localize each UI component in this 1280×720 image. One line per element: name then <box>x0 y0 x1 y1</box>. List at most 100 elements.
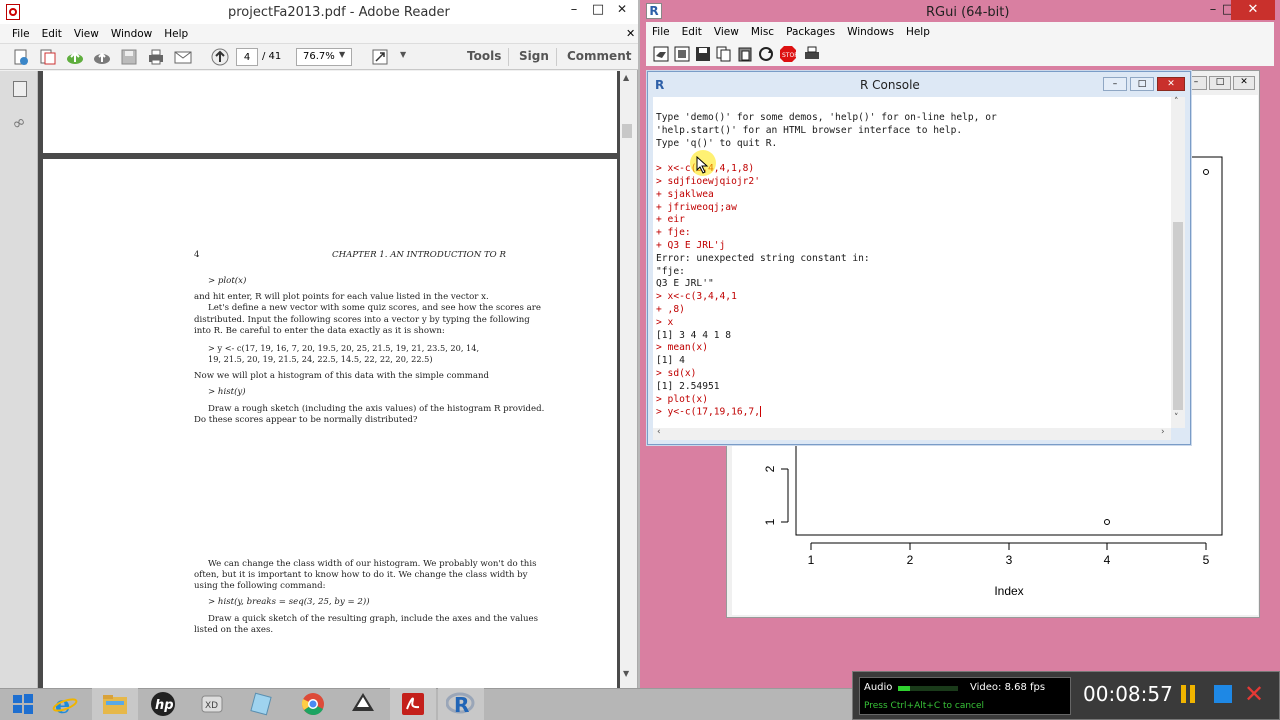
menu-edit[interactable]: Edit <box>676 26 708 38</box>
y-tick-label: 1 <box>763 518 777 525</box>
document-close-icon[interactable]: ✕ <box>620 27 641 40</box>
zoom-select[interactable]: 76.7% ▼ <box>296 48 352 66</box>
upload-cloud-icon[interactable] <box>64 46 86 68</box>
scroll-up-arrow[interactable]: ▲ <box>623 73 629 82</box>
console-output-line: Error: unexpected string constant in: <box>656 252 870 264</box>
maximize-button[interactable]: □ <box>1130 77 1154 91</box>
scroll-up-arrow[interactable]: ˄ <box>1174 97 1179 107</box>
console-output-line: Type 'demo()' for some demos, 'help()' f… <box>656 112 997 123</box>
cancel-recording-icon[interactable]: ✕ <box>1244 680 1264 708</box>
console-input-line: + ,8) <box>656 303 685 315</box>
pdf-line: distributed. Input the following scores … <box>194 315 530 325</box>
adobe-reader-window: projectFa2013.pdf - Adobe Reader – □ ✕ F… <box>0 0 638 688</box>
minimize-button[interactable]: – <box>1103 77 1127 91</box>
console-horizontal-scrollbar[interactable]: ‹ › <box>653 427 1171 440</box>
page-number: 4 <box>194 250 200 260</box>
pdf-line: often, but it is important to know how t… <box>194 570 528 580</box>
fit-page-icon[interactable] <box>369 46 391 68</box>
pdf-line: using the following command: <box>194 581 326 591</box>
start-button[interactable] <box>0 688 46 720</box>
toolbar-more-icon[interactable]: ▼ <box>400 50 406 59</box>
pdf-line: > hist(y, breaks = seq(3, 25, by = 2)) <box>208 597 370 607</box>
combine-files-icon[interactable] <box>37 46 59 68</box>
close-button[interactable]: ✕ <box>1231 0 1275 20</box>
console-input-line: + jfriweoqj;aw <box>656 201 737 213</box>
hp-icon[interactable]: hp <box>140 688 186 720</box>
console-titlebar: R R Console – □ ✕ <box>648 72 1190 96</box>
copy-paste-icon[interactable] <box>755 43 777 65</box>
menu-windows[interactable]: Windows <box>841 26 900 38</box>
stop-recording-icon[interactable] <box>1214 685 1232 703</box>
save-workspace-icon[interactable] <box>692 43 714 65</box>
email-icon[interactable] <box>172 46 194 68</box>
pdf-line: into R. Be careful to enter the data exa… <box>194 326 445 336</box>
menu-help[interactable]: Help <box>158 28 194 40</box>
console-input-line: > plot(x) <box>656 393 708 405</box>
scroll-down-arrow[interactable]: ˅ <box>1174 413 1179 423</box>
internet-explorer-icon[interactable]: e <box>42 688 88 720</box>
menu-misc[interactable]: Misc <box>745 26 780 38</box>
reader-menubar: File Edit View Window Help ✕ <box>0 24 638 44</box>
menu-window[interactable]: Window <box>105 28 158 40</box>
console-input-line: > y<-c(17,19,16,7, <box>656 406 761 418</box>
console-output-line: [1] 3 4 4 1 8 <box>656 329 732 341</box>
navigation-pane: ∞ <box>0 71 38 688</box>
file-explorer-icon[interactable] <box>92 688 138 720</box>
menu-packages[interactable]: Packages <box>780 26 841 38</box>
scroll-thumb[interactable] <box>1173 222 1183 410</box>
close-button[interactable]: ✕ <box>1233 76 1255 90</box>
menu-help[interactable]: Help <box>900 26 936 38</box>
scroll-thumb[interactable] <box>622 124 632 138</box>
page-number-input[interactable] <box>236 48 258 66</box>
scroll-left-arrow[interactable]: ‹ <box>657 427 661 437</box>
open-script-icon[interactable] <box>650 43 672 65</box>
adobe-reader-taskbar-icon[interactable] <box>390 688 436 720</box>
xml-editor-icon[interactable]: XD <box>190 688 236 720</box>
data-point <box>1203 169 1209 175</box>
chevron-down-icon: ▼ <box>339 50 346 59</box>
console-output[interactable]: Type 'demo()' for some demos, 'help()' f… <box>653 97 1171 428</box>
menu-view[interactable]: View <box>708 26 745 38</box>
cloud-send-icon[interactable] <box>91 46 113 68</box>
inkscape-icon[interactable] <box>340 688 386 720</box>
x-tick-label: 1 <box>808 553 815 567</box>
print-icon[interactable] <box>801 43 823 65</box>
notepad-icon[interactable] <box>238 688 284 720</box>
comment-button[interactable]: Comment <box>567 49 631 63</box>
attachments-icon[interactable]: ∞ <box>8 111 29 134</box>
pdf-line: Do these scores appear to be normally di… <box>194 415 418 425</box>
toolbar-separator <box>556 48 557 66</box>
maximize-button[interactable]: □ <box>1209 76 1231 90</box>
reader-toolbar: / 41 76.7% ▼ ▼ Tools Sign Comment <box>0 44 638 70</box>
pause-icon[interactable] <box>1181 685 1197 705</box>
print-icon[interactable] <box>145 46 167 68</box>
x-tick-label: 2 <box>907 553 914 567</box>
create-pdf-icon[interactable] <box>10 46 32 68</box>
menu-file[interactable]: File <box>6 28 36 40</box>
paste-icon[interactable] <box>734 43 756 65</box>
menu-edit[interactable]: Edit <box>36 28 68 40</box>
menu-file[interactable]: File <box>646 26 676 38</box>
scroll-down-arrow[interactable]: ▼ <box>623 669 629 678</box>
menu-view[interactable]: View <box>68 28 105 40</box>
close-button[interactable]: ✕ <box>1157 77 1185 91</box>
rgui-window: R RGui (64-bit) – □ ✕ File Edit View Mis… <box>640 0 1280 688</box>
page-thumbnails-icon[interactable] <box>13 81 27 97</box>
load-workspace-icon[interactable] <box>671 43 693 65</box>
tools-button[interactable]: Tools <box>467 49 501 63</box>
close-button[interactable]: ✕ <box>608 0 636 20</box>
stop-icon[interactable]: STOP <box>777 43 799 65</box>
sign-button[interactable]: Sign <box>519 49 549 63</box>
save-icon[interactable] <box>118 46 140 68</box>
chrome-icon[interactable] <box>290 688 336 720</box>
previous-page-icon[interactable] <box>209 46 231 68</box>
x-axis-label: Index <box>994 584 1023 598</box>
desktop: projectFa2013.pdf - Adobe Reader – □ ✕ F… <box>0 0 1280 720</box>
console-vertical-scrollbar[interactable]: ˄ ˅ <box>1171 97 1185 428</box>
scroll-right-arrow[interactable]: › <box>1161 427 1165 437</box>
console-input-line: + sjaklwea <box>656 188 714 200</box>
console-output-line: [1] 4 <box>656 355 685 367</box>
copy-icon[interactable] <box>713 43 735 65</box>
r-taskbar-icon[interactable]: R <box>438 688 484 720</box>
reader-vertical-scrollbar[interactable]: ▲ ▼ <box>620 71 634 688</box>
